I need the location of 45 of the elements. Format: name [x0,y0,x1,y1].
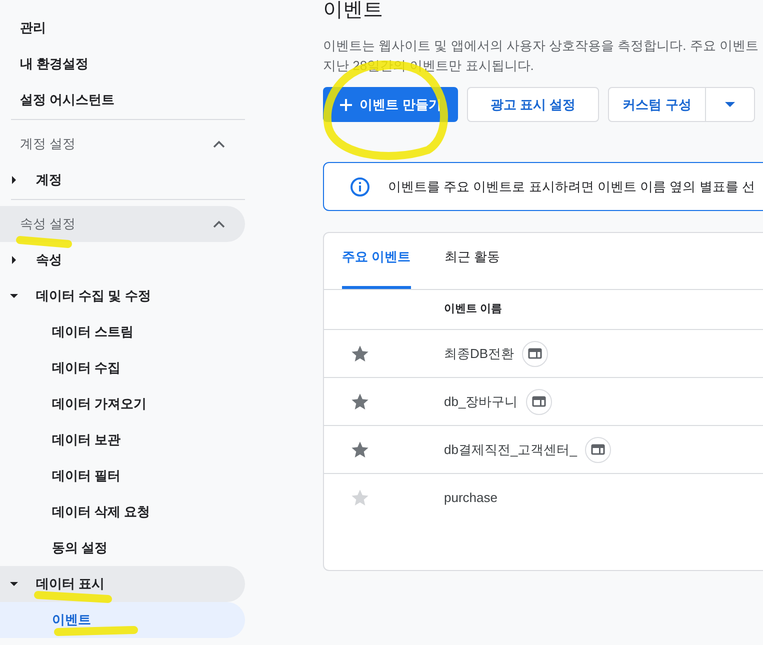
section-header[interactable]: 속성 설정 [0,206,245,242]
ad-settings-button[interactable]: 광고 표시 설정 [467,87,599,122]
event-name: purchase [444,489,498,508]
caret-down-icon[interactable] [10,580,18,588]
tree-item[interactable]: 데이터 필터 [0,458,245,494]
column-header: 이벤트 이름 [444,302,502,318]
info-text: 이벤트를 주요 이벤트로 표시하려면 이벤트 이름 옆의 별표를 선 [388,178,755,196]
star-icon[interactable] [350,488,370,508]
caret-down-icon[interactable] [10,292,18,300]
sidebar-link[interactable]: 설정 어시스턴트 [0,82,245,118]
plus-icon [340,98,352,110]
sidebar-link[interactable]: 내 환경설정 [0,46,245,82]
caret-right-icon[interactable] [10,176,18,184]
tree-item[interactable]: 계정 [0,162,245,198]
event-name: db_장바구니 [444,392,518,411]
tree-item[interactable]: 데이터 가져오기 [0,386,245,422]
sidebar-link[interactable]: 관리 [0,10,245,46]
caret-right-icon[interactable] [10,256,18,264]
tree-item[interactable]: 속성 [0,242,245,278]
star-icon[interactable] [350,344,370,364]
highlighter-mark [16,234,72,250]
tree-item[interactable]: 데이터 수집 및 수정 [0,278,245,314]
tree-item[interactable]: 동의 설정 [0,530,245,566]
table-badge-icon[interactable] [584,436,611,462]
caret-down-icon [725,102,735,107]
tab[interactable]: 최근 활동 [444,239,500,289]
tab[interactable]: 주요 이벤트 [342,239,411,289]
tree-item[interactable]: 데이터 보관 [0,422,245,458]
tree-item[interactable]: 데이터 수집 [0,350,245,386]
description-text: 이벤트는 웹사이트 및 앱에서의 사용자 상호작용을 측정합니다. 주요 이벤트 [323,37,759,55]
table-badge-icon[interactable] [526,388,552,414]
event-name: db결제직전_고객센터_ [444,440,577,459]
table-badge-icon[interactable] [522,340,548,366]
star-icon[interactable] [350,392,370,412]
tree-item[interactable]: 이벤트 [0,602,245,638]
info-icon [350,176,370,196]
event-name: 최종DB전환 [444,344,514,363]
tree-item[interactable]: 데이터 삭제 요청 [0,494,245,530]
tree-item[interactable]: 데이터 스트림 [0,314,245,350]
page-title: 이벤트 [323,0,383,22]
chevron-up-icon [213,220,225,228]
star-icon[interactable] [350,440,370,460]
chevron-up-icon [213,140,225,148]
tree-item[interactable]: 데이터 표시 [0,566,245,602]
section-header[interactable]: 계정 설정 [0,126,245,162]
